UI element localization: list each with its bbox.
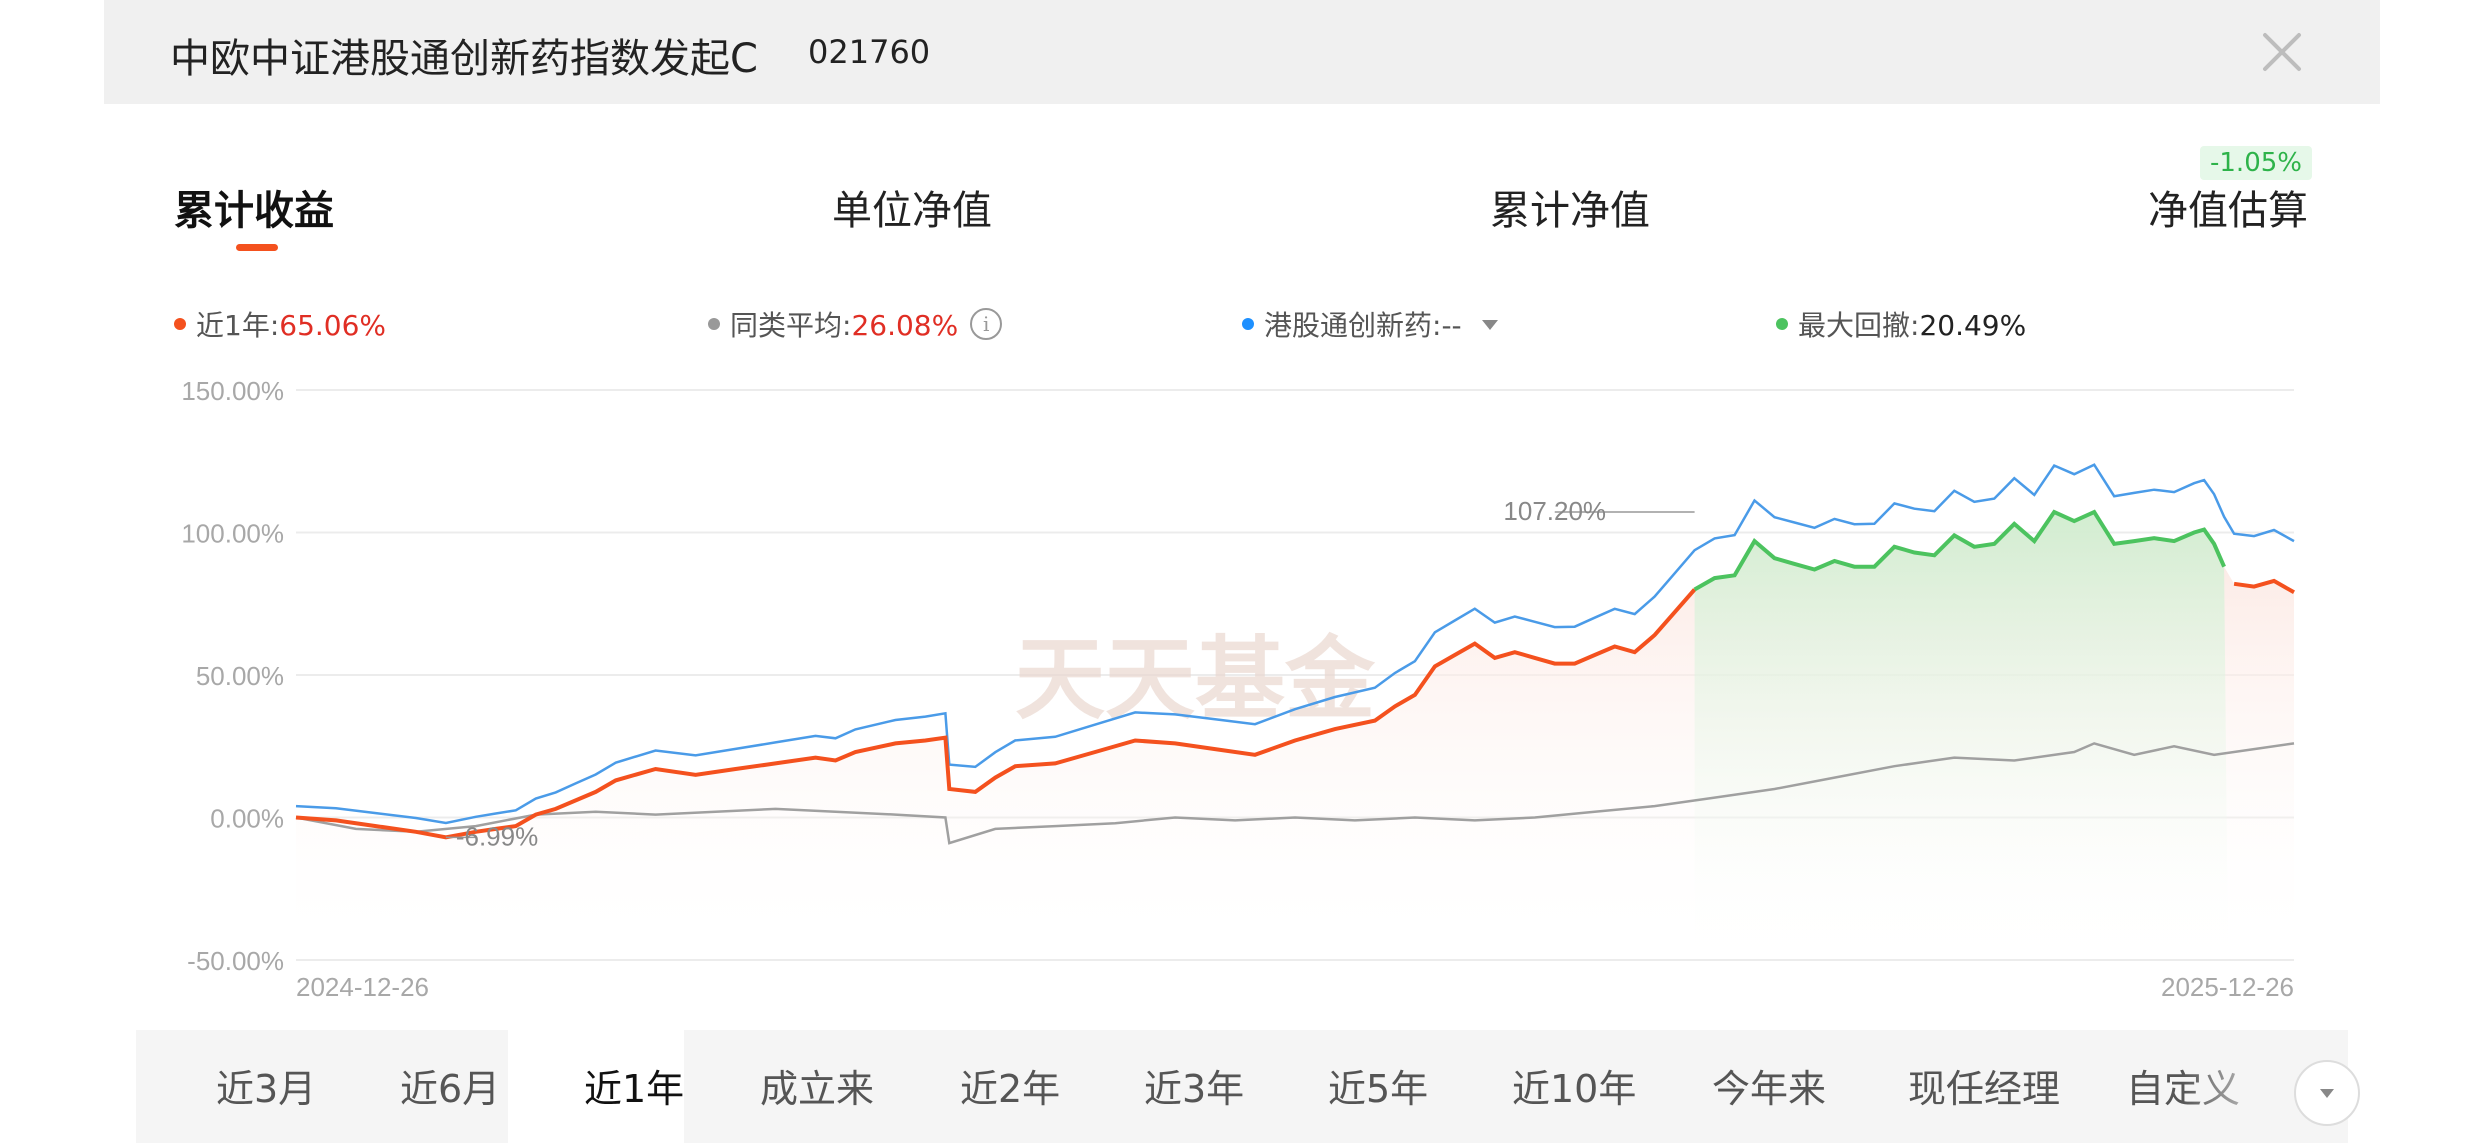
- y-tick-label: -50.00%: [187, 946, 284, 976]
- tab-cumulative-return[interactable]: 累计收益: [174, 178, 334, 236]
- legend-index[interactable]: 港股通创新药:--: [1242, 304, 1498, 344]
- period-option[interactable]: 近10年: [1512, 1058, 1636, 1113]
- legend-index-label: 港股通创新药:: [1264, 309, 1442, 342]
- scroll-fade: [2182, 1030, 2292, 1143]
- period-option[interactable]: 近3月: [216, 1058, 316, 1113]
- period-option[interactable]: 近3年: [1144, 1058, 1244, 1113]
- fund-code: 021760: [808, 33, 931, 71]
- tab-nav-estimate[interactable]: 净值估算: [2148, 178, 2308, 236]
- period-option[interactable]: 今年来: [1712, 1058, 1826, 1113]
- tab-unit-nav[interactable]: 单位净值: [832, 178, 992, 236]
- close-icon[interactable]: [2254, 24, 2310, 80]
- expand-periods-icon[interactable]: [2294, 1060, 2360, 1126]
- legend-fund-label: 近1年:: [196, 309, 280, 342]
- metric-tabs: 累计收益 单位净值 累计净值 净值估算: [104, 160, 2380, 251]
- legend-fund: 近1年:65.06%: [174, 304, 386, 344]
- x-end-label: 2025-12-26: [2161, 972, 2294, 1002]
- y-tick-label: 100.00%: [181, 519, 284, 549]
- legend-peer: 同类平均:26.08% i: [708, 304, 1003, 344]
- fund-chart-panel: 中欧中证港股通创新药指数发起C 021760 累计收益 单位净值 累计净值 净值…: [104, 0, 2380, 1143]
- tab-cumulative-nav[interactable]: 累计净值: [1490, 178, 1650, 236]
- period-option[interactable]: 近2年: [960, 1058, 1060, 1113]
- legend-dot-fund: [174, 318, 186, 330]
- legend-drawdown: 最大回撤:20.49%: [1776, 304, 2026, 344]
- period-option[interactable]: 近6月: [400, 1058, 500, 1113]
- legend-dot-index: [1242, 318, 1254, 330]
- period-option[interactable]: 成立来: [760, 1058, 874, 1113]
- drawdown-area: [1694, 512, 2229, 960]
- period-selector: 近3月近6月近1年成立来近2年近3年近5年近10年今年来现任经理自定义: [136, 1030, 2360, 1143]
- period-option[interactable]: 近5年: [1328, 1058, 1428, 1113]
- y-tick-label: 150.00%: [181, 376, 284, 406]
- legend-dot-peer: [708, 318, 720, 330]
- legend-peer-value: 26.08%: [851, 309, 959, 342]
- legend-drawdown-label: 最大回撤:: [1798, 309, 1920, 342]
- header-bar: 中欧中证港股通创新药指数发起C 021760: [104, 0, 2380, 104]
- legend-fund-value: 65.06%: [279, 309, 387, 342]
- return-chart: 150.00%100.00%50.00%0.00%-50.00%天天基金107.…: [181, 376, 2295, 1002]
- fund-name: 中欧中证港股通创新药指数发起C: [170, 36, 758, 82]
- chevron-down-icon[interactable]: [1481, 320, 1498, 330]
- period-option[interactable]: 近1年: [584, 1058, 684, 1113]
- legend-peer-label: 同类平均:: [730, 309, 852, 342]
- active-tab-indicator: [236, 244, 278, 251]
- min-label: -6.99%: [456, 821, 538, 851]
- max-label: 107.20%: [1503, 496, 1606, 526]
- x-start-label: 2024-12-26: [296, 972, 429, 1002]
- legend-drawdown-value: 20.49%: [1919, 309, 2027, 342]
- chart-legend: 近1年:65.06% 同类平均:26.08% i 港股通创新药:-- 最大回撤:2…: [104, 300, 2380, 344]
- period-option[interactable]: 现任经理: [1908, 1058, 2060, 1113]
- estimate-change-badge: -1.05%: [2200, 146, 2312, 180]
- legend-index-value: --: [1441, 309, 1462, 342]
- legend-dot-drawdown: [1776, 318, 1788, 330]
- info-icon[interactable]: i: [970, 308, 1003, 340]
- y-tick-label: 0.00%: [210, 804, 284, 834]
- y-tick-label: 50.00%: [196, 661, 284, 691]
